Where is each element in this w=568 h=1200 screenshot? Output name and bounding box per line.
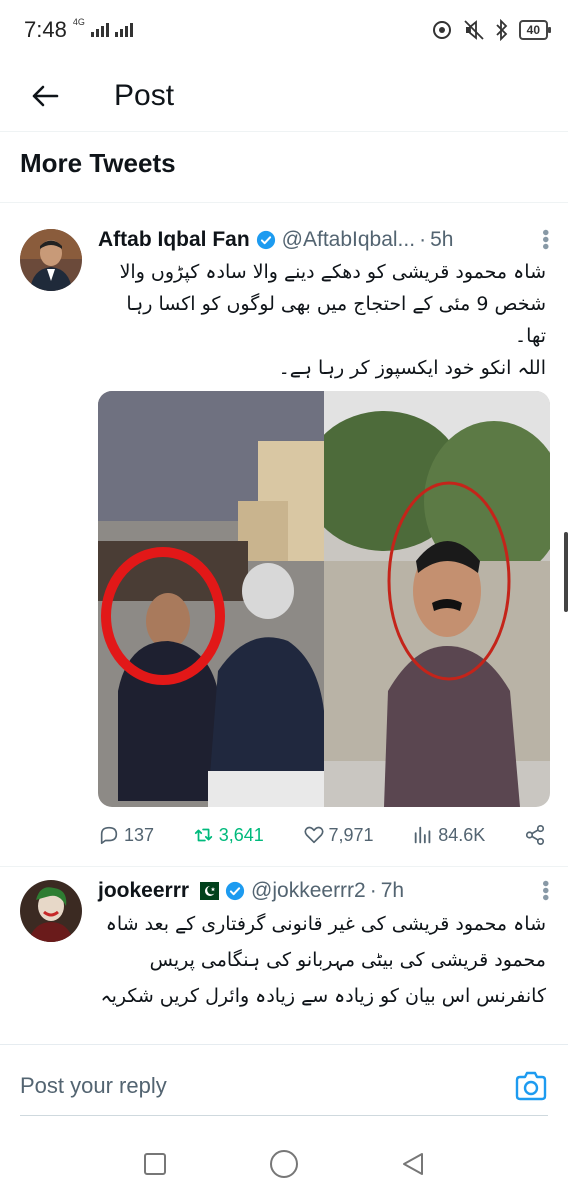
square-icon bbox=[143, 1153, 166, 1175]
tweet-actions: 137 3,641 7,971 84.6K bbox=[98, 820, 546, 850]
tweet-media[interactable] bbox=[98, 391, 550, 807]
back-nav-button[interactable] bbox=[398, 1149, 428, 1179]
retweet-count: 3,641 bbox=[218, 824, 264, 845]
avatar-image bbox=[20, 880, 82, 942]
camera-icon[interactable] bbox=[514, 1071, 548, 1101]
reply-underline bbox=[20, 1115, 548, 1116]
avatar[interactable] bbox=[20, 880, 82, 942]
reply-button[interactable]: 137 bbox=[98, 824, 154, 846]
author-name[interactable]: Aftab Iqbal Fan bbox=[98, 228, 250, 252]
share-icon bbox=[525, 825, 545, 845]
tweet-time[interactable]: 5h bbox=[430, 228, 453, 252]
tweet-text: شاہ محمود قریشی کی غیر قانونی گرفتاری کے… bbox=[100, 913, 546, 1007]
triangle-back-icon bbox=[403, 1153, 424, 1175]
scrollbar[interactable] bbox=[564, 532, 568, 612]
tweet-text: شاہ محمود قریشی کو دھکے دینے والا سادہ ک… bbox=[119, 261, 546, 379]
divider bbox=[0, 866, 568, 867]
view-count: 84.6K bbox=[438, 824, 486, 845]
media-photo-left[interactable] bbox=[98, 391, 324, 807]
tweet[interactable]: Aftab Iqbal Fan @AftabIqbal... · 5h ••• … bbox=[0, 0, 568, 866]
system-nav-bar bbox=[0, 1128, 568, 1200]
more-options-icon[interactable]: ••• bbox=[534, 229, 556, 250]
author-handle[interactable]: @jokkeerrr2 bbox=[251, 879, 366, 903]
avatar-image bbox=[20, 229, 82, 291]
reply-input[interactable]: Post your reply bbox=[20, 1073, 167, 1099]
avatar[interactable] bbox=[20, 229, 82, 291]
media-photo-right[interactable] bbox=[324, 391, 550, 807]
verified-badge-icon bbox=[225, 881, 245, 901]
pakistan-flag-icon bbox=[193, 882, 220, 900]
tweet-time[interactable]: 7h bbox=[381, 879, 404, 903]
reply-bar: Post your reply bbox=[0, 1044, 568, 1128]
like-count: 7,971 bbox=[328, 824, 374, 845]
author-name[interactable]: jookeerrr bbox=[98, 879, 189, 903]
views-button[interactable]: 84.6K bbox=[412, 824, 485, 846]
recents-button[interactable] bbox=[140, 1149, 170, 1179]
like-button[interactable]: 7,971 bbox=[303, 824, 374, 846]
share-button[interactable] bbox=[524, 824, 546, 846]
verified-badge-icon bbox=[256, 230, 275, 250]
reply-icon bbox=[100, 826, 118, 845]
reply-count: 137 bbox=[124, 824, 155, 845]
heart-icon bbox=[303, 826, 324, 844]
home-button[interactable] bbox=[269, 1149, 299, 1179]
views-chart-icon bbox=[415, 826, 431, 844]
more-options-icon[interactable]: ••• bbox=[534, 880, 556, 901]
author-handle[interactable]: @AftabIqbal... bbox=[282, 228, 415, 252]
retweet-button[interactable]: 3,641 bbox=[193, 824, 264, 846]
retweet-icon bbox=[194, 828, 212, 842]
circle-icon bbox=[269, 1150, 298, 1178]
